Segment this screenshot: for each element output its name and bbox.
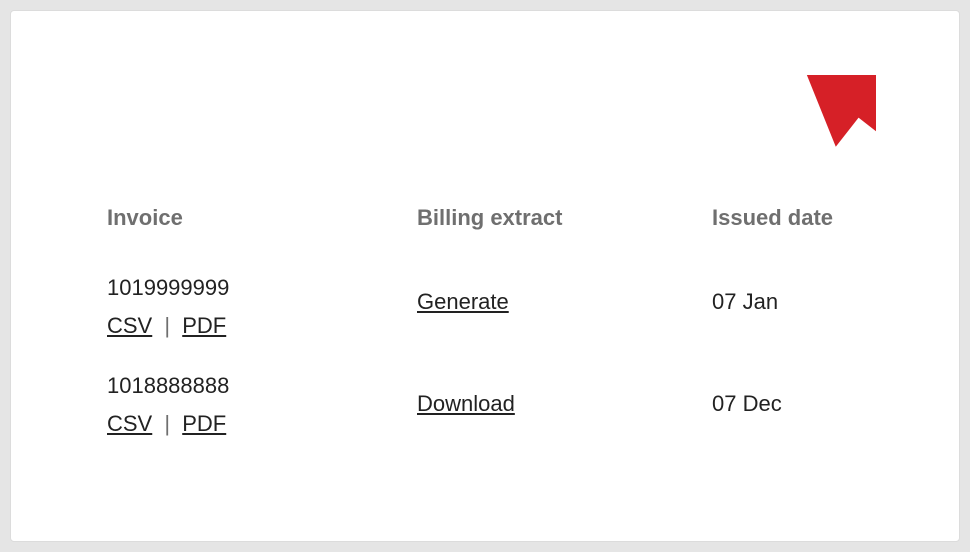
invoice-row: 1019999999 CSV | PDF [107, 275, 417, 339]
csv-link[interactable]: CSV [107, 313, 152, 339]
extract-row: Generate [417, 275, 712, 377]
pdf-link[interactable]: PDF [182, 411, 226, 437]
column-invoice: Invoice 1019999999 CSV | PDF 1018888888 … [107, 205, 417, 479]
invoice-row: 1018888888 CSV | PDF [107, 373, 417, 437]
extract-row: Download [417, 377, 712, 479]
invoice-number: 1019999999 [107, 275, 417, 301]
separator: | [158, 313, 176, 338]
column-billing-extract: Billing extract Generate Download [417, 205, 712, 479]
billing-card: Invoice 1019999999 CSV | PDF 1018888888 … [10, 10, 960, 542]
invoice-format-links: CSV | PDF [107, 411, 417, 437]
header-invoice: Invoice [107, 205, 417, 231]
header-issued-date: Issued date [712, 205, 833, 231]
generate-link[interactable]: Generate [417, 289, 509, 315]
invoice-format-links: CSV | PDF [107, 313, 417, 339]
header-billing-extract: Billing extract [417, 205, 712, 231]
invoice-number: 1018888888 [107, 373, 417, 399]
separator: | [158, 411, 176, 436]
issued-date: 07 Jan [712, 275, 833, 377]
billing-table: Invoice 1019999999 CSV | PDF 1018888888 … [107, 205, 833, 479]
column-issued-date: Issued date 07 Jan 07 Dec [712, 205, 833, 479]
csv-link[interactable]: CSV [107, 411, 152, 437]
issued-date: 07 Dec [712, 377, 833, 479]
pdf-link[interactable]: PDF [182, 313, 226, 339]
download-link[interactable]: Download [417, 391, 515, 417]
